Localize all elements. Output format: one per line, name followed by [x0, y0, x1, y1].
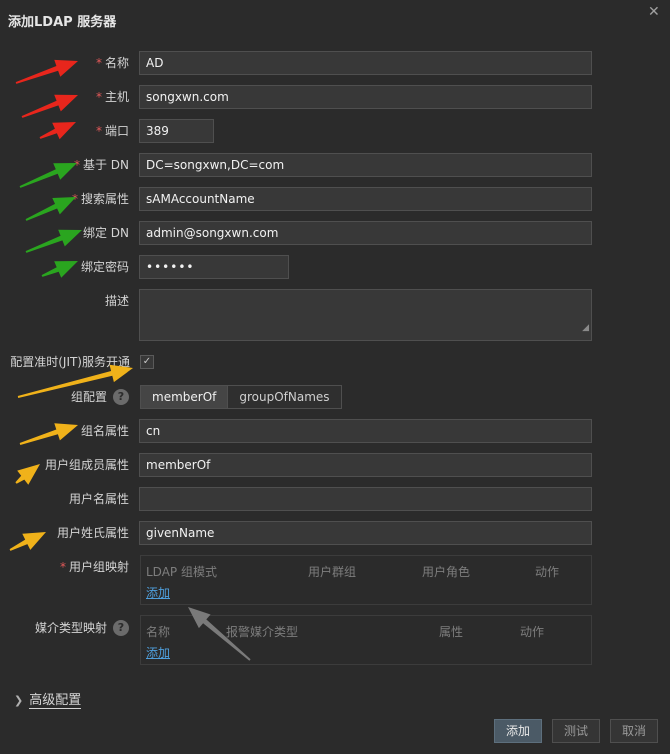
column-header: 属性 [439, 625, 464, 639]
name-input[interactable]: AD [139, 51, 592, 75]
group-config-label: 组配置 [70, 390, 107, 404]
media-type-mapping-label: 媒介类型映射 [34, 621, 107, 635]
add-button[interactable]: 添加 [494, 719, 542, 743]
media-type-mapping-table: 名称 报警媒介类型 属性 动作 添加 [140, 615, 592, 665]
ldap-server-dialog: 添加LDAP 服务器 ✕ * 名称 AD * 主机 songxwn.com * 端口 … [0, 0, 670, 754]
base-dn-label: * 基于 DN [73, 158, 129, 172]
bind-password-input[interactable]: •••••• [139, 255, 289, 279]
required-mark: * [95, 90, 102, 104]
annotation-arrow [39, 122, 76, 140]
cancel-button[interactable]: 取消 [610, 719, 658, 743]
group-name-attr-label: 组名属性 [80, 424, 129, 438]
column-header: 用户群组 [308, 565, 357, 579]
required-mark: * [95, 56, 102, 70]
column-header: 名称 [146, 625, 171, 639]
annotation-arrow [25, 197, 77, 221]
jit-checkbox[interactable]: ✓ [140, 355, 154, 369]
column-header: 动作 [520, 625, 545, 639]
required-mark: * [73, 158, 80, 172]
group-name-attr-input[interactable]: cn [139, 419, 592, 443]
group-config-help-icon[interactable]: ? [113, 389, 129, 405]
username-attr-label: 用户名属性 [68, 492, 129, 506]
bind-password-label: 绑定密码 [80, 260, 129, 274]
annotation-arrow [9, 532, 47, 551]
description-textarea[interactable]: ◢ [139, 289, 592, 341]
column-header: 用户角色 [422, 565, 471, 579]
username-attr-input[interactable] [139, 487, 592, 511]
chevron-down-icon: ❯ [14, 694, 24, 707]
resize-handle-icon[interactable]: ◢ [582, 317, 589, 339]
search-attribute-input[interactable]: sAMAccountName [139, 187, 592, 211]
group-config-option-groupofnames[interactable]: groupOfNames [227, 386, 341, 408]
annotation-arrow [25, 229, 83, 253]
annotation-arrow [19, 163, 78, 188]
port-label: * 端口 [95, 124, 129, 138]
media-type-mapping-help-icon[interactable]: ? [113, 620, 129, 636]
annotation-arrow [15, 59, 78, 84]
annotation-arrow [41, 261, 78, 278]
required-mark: * [59, 560, 66, 574]
user-group-mapping-add-link[interactable]: 添加 [146, 584, 170, 601]
close-icon[interactable]: ✕ [648, 4, 660, 20]
test-button[interactable]: 测试 [552, 719, 600, 743]
user-surname-attr-input[interactable]: givenName [139, 521, 592, 545]
user-group-mapping-table: LDAP 组模式 用户群组 用户角色 动作 添加 [140, 555, 592, 605]
group-config-segmented: memberOf groupOfNames [140, 385, 342, 409]
column-header: LDAP 组模式 [146, 565, 217, 579]
base-dn-input[interactable]: DC=songxwn,DC=com [139, 153, 592, 177]
search-attribute-label: * 搜索属性 [71, 192, 129, 206]
host-label: * 主机 [95, 90, 129, 104]
bind-dn-label: 绑定 DN [82, 226, 129, 240]
annotation-arrow [21, 94, 79, 118]
port-input[interactable]: 389 [139, 119, 214, 143]
host-input[interactable]: songxwn.com [139, 85, 592, 109]
media-type-mapping-add-link[interactable]: 添加 [146, 644, 170, 661]
user-group-member-attr-label: 用户组成员属性 [44, 458, 129, 472]
name-label: * 名称 [95, 56, 129, 70]
bind-dn-input[interactable]: admin@songxwn.com [139, 221, 592, 245]
group-config-option-memberof[interactable]: memberOf [141, 386, 228, 408]
column-header: 动作 [535, 565, 560, 579]
annotation-arrow [19, 423, 78, 445]
description-label: 描述 [104, 294, 129, 308]
column-header: 报警媒介类型 [226, 625, 299, 639]
user-surname-attr-label: 用户姓氏属性 [56, 526, 129, 540]
annotation-arrow [15, 464, 40, 485]
user-group-mapping-label: * 用户组映射 [59, 560, 129, 574]
required-mark: * [95, 124, 102, 138]
dialog-title: 添加LDAP 服务器 [8, 15, 117, 30]
advanced-config-toggle[interactable]: ❯ 高级配置 [14, 689, 82, 709]
required-mark: * [71, 192, 78, 206]
user-group-member-attr-input[interactable]: memberOf [139, 453, 592, 477]
jit-label: 配置准时(JIT)服务开通 [10, 355, 130, 369]
